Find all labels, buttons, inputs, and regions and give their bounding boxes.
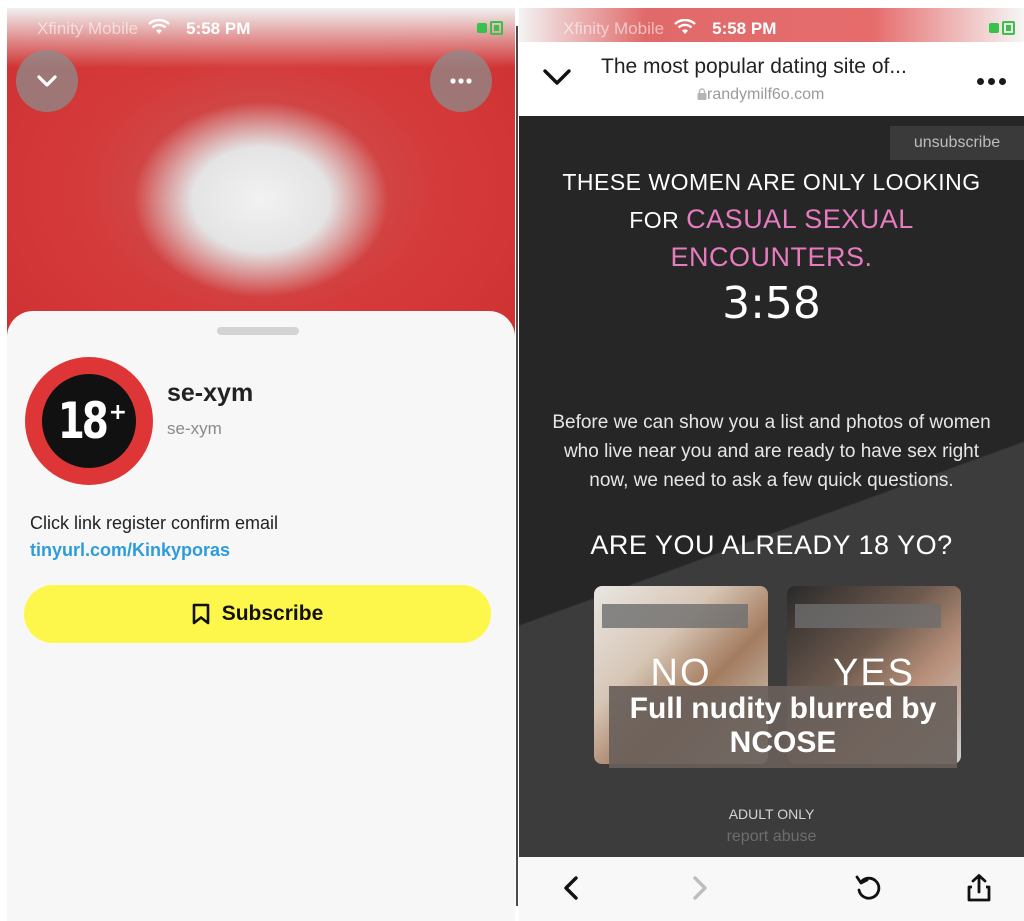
browser-header: The most popular dating site of... randy… [519,42,1024,116]
avatar-plus: + [108,399,128,425]
subscribe-label: Subscribe [221,602,324,625]
profile-sheet: 18 + se-xym se-xym Click link register c… [7,311,515,921]
bookmark-icon [192,603,210,625]
wifi-icon [148,18,170,40]
domain-text: randymilf6o.com [707,86,825,103]
carrier-label: Xfinity Mobile [37,19,139,38]
browser-toolbar [519,857,1024,921]
page-description: Before we can show you a list and photos… [552,412,991,491]
carrier-label: Xfinity Mobile [563,19,665,38]
snapchat-profile-panel: Xfinity Mobile 5:58 PM 18 + se-xym se-xy… [7,8,515,921]
age-question: ARE YOU ALREADY 18 YO? [590,530,953,560]
censor-bar [602,604,748,628]
chevron-down-icon[interactable] [541,64,573,90]
page-domain: randymilf6o.com [697,86,824,104]
headline-pink-2: ENCOUNTERS. [670,242,873,272]
web-page: unsubscribe THESE WOMEN ARE ONLY LOOKING… [519,116,1024,857]
in-app-browser-panel: Xfinity Mobile 5:58 PM The most popular … [519,8,1024,921]
browser-more-button[interactable] [977,78,1006,85]
status-bar-right-content: Xfinity Mobile 5:58 PM [563,18,776,40]
censor-notice: Full nudity blurred by NCOSE [609,686,957,768]
more-options-button[interactable] [430,50,492,112]
adult-only-label: ADULT ONLY [728,806,815,822]
clock: 5:58 PM [186,19,251,38]
reload-icon[interactable] [853,873,883,903]
avatar-number: 18 [57,392,109,450]
ellipsis-icon [450,78,472,84]
avatar[interactable]: 18 + [25,357,153,485]
headline-for: FOR [629,207,680,233]
report-abuse-link[interactable]: report abuse [519,828,1024,846]
profile-link[interactable]: tinyurl.com/Kinkyporas [30,540,230,561]
headline-line-1: THESE WOMEN ARE ONLY LOOKING [562,169,981,195]
forward-arrow-icon[interactable] [684,873,714,903]
headline-pink-1: CASUAL SEXUAL [686,204,914,234]
headline-line-2: FOR CASUAL SEXUAL [519,201,1024,239]
profile-name: se-xym [167,379,254,407]
lock-icon [697,88,707,100]
wifi-icon [674,18,696,40]
subscribe-button[interactable]: Subscribe [24,585,491,643]
collapse-button[interactable] [16,50,78,112]
share-icon[interactable] [964,873,994,903]
battery-icon [989,21,1017,35]
censor-notice-line-2: NCOSE [729,726,837,759]
status-bar-left: Xfinity Mobile 5:58 PM [37,18,250,40]
profile-handle: se-xym [167,419,222,438]
back-arrow-icon[interactable] [557,873,587,903]
sheet-drag-handle[interactable] [217,327,299,335]
page-title: The most popular dating site of... [601,55,907,78]
battery-icon [477,21,505,35]
unsubscribe-link[interactable]: unsubscribe [890,126,1024,160]
page-headline: THESE WOMEN ARE ONLY LOOKING FOR CASUAL … [519,164,1024,276]
profile-bio: Click link register confirm email [30,513,279,533]
censor-bar [795,604,941,628]
clock: 5:58 PM [712,19,777,38]
chevron-down-icon [37,75,57,87]
countdown-timer: 3:58 [722,278,821,329]
censor-notice-line-1: Full nudity blurred by [629,692,937,725]
avatar-18-plus-badge: 18 + [42,374,136,468]
